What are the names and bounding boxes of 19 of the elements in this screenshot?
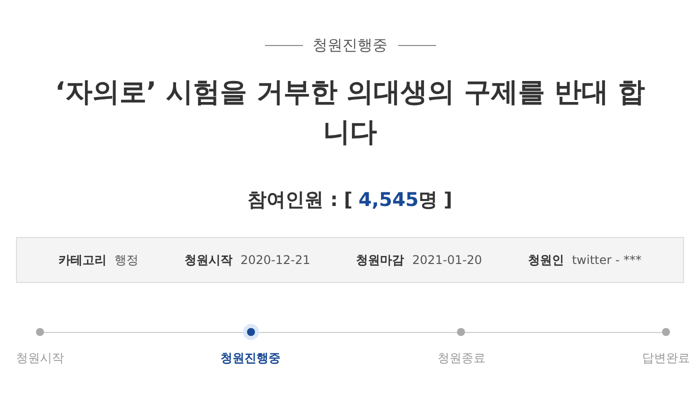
step-label: 청원시작 <box>16 350 64 367</box>
info-label: 청원인 <box>528 252 564 268</box>
count-unit: 명 <box>418 188 438 213</box>
bracket: ] <box>444 189 452 211</box>
petition-title: ‘자의로’ 시험을 거부한 의대생의 구제를 반대 합니다 <box>54 76 646 150</box>
info-value: 2020-12-21 <box>240 252 310 266</box>
info-label: 청원마감 <box>356 252 404 268</box>
participants-label: 참여인원 : <box>248 188 338 213</box>
info-label: 카테고리 <box>58 252 106 268</box>
info-value: twitter - *** <box>572 252 642 266</box>
step-label: 답변완료 <box>642 350 690 367</box>
participant-count: 4,545 <box>358 189 419 211</box>
info-label: 청원시작 <box>184 252 232 268</box>
step-label: 청원종료 <box>437 350 486 367</box>
status-label: 청원진행중 <box>312 36 388 55</box>
bracket: [ <box>344 189 353 211</box>
info-value: 2021-01-20 <box>412 252 482 266</box>
info-value: 행정 <box>114 252 138 268</box>
step-label: 청원진행중 <box>220 350 281 367</box>
